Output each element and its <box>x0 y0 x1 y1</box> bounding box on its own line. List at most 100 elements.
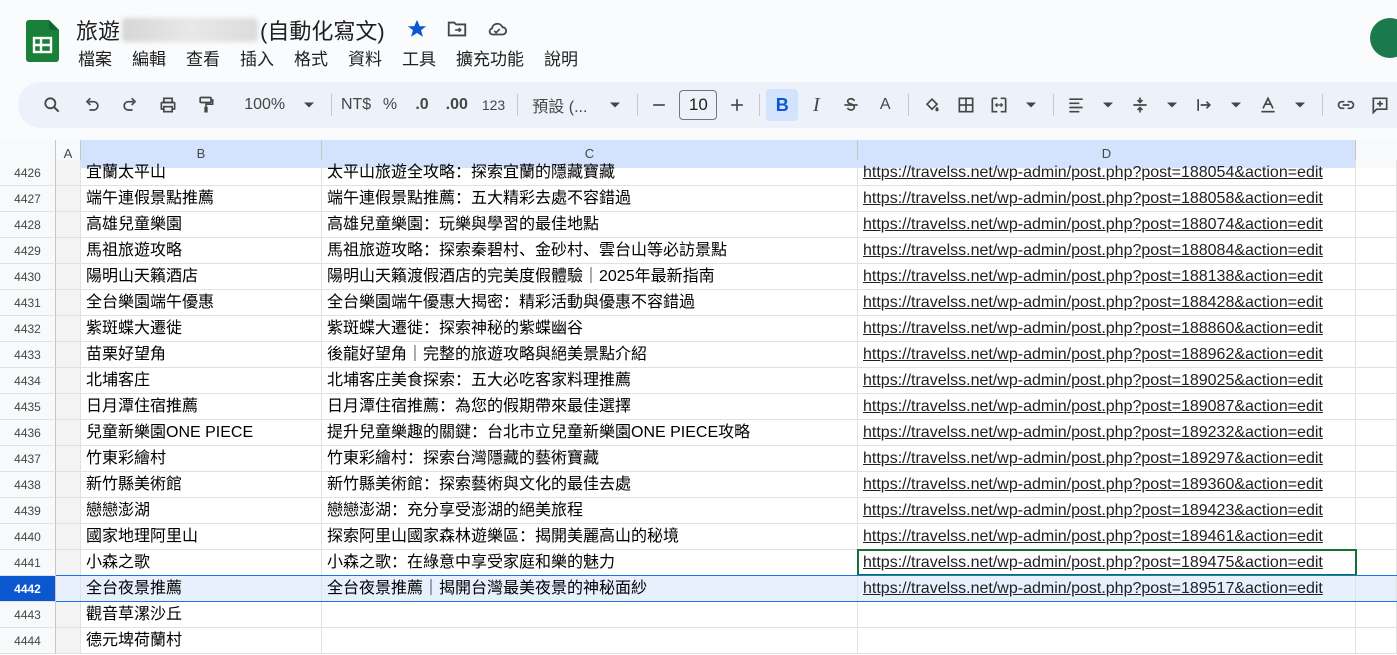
decrease-decimal-button[interactable]: .0 <box>406 89 438 121</box>
cell-e[interactable] <box>1356 628 1397 654</box>
cell-a[interactable] <box>56 238 81 264</box>
menu-data[interactable]: 資料 <box>338 48 392 72</box>
cell-b[interactable]: 全台樂園端午優惠 <box>81 290 322 316</box>
cell-b[interactable]: 高雄兒童樂園 <box>81 212 322 238</box>
cell-c[interactable]: 後龍好望角｜完整的旅遊攻略與絕美景點介紹 <box>322 342 858 368</box>
cell-b[interactable]: 兒童新樂園ONE PIECE <box>81 420 322 446</box>
star-icon[interactable] <box>404 16 430 42</box>
zoom-select[interactable]: 100% <box>236 89 293 121</box>
cell-a[interactable] <box>56 628 81 654</box>
menu-tools[interactable]: 工具 <box>392 48 446 72</box>
cell-d[interactable]: https://travelss.net/wp-admin/post.php?p… <box>858 394 1356 420</box>
increase-decimal-button[interactable]: .00 <box>438 89 476 121</box>
chevron-down-icon[interactable] <box>1220 89 1252 121</box>
horizontal-align-icon[interactable] <box>1060 89 1092 121</box>
cell-e[interactable] <box>1356 186 1397 212</box>
row-header[interactable]: 4429 <box>0 238 56 264</box>
row-header[interactable]: 4433 <box>0 342 56 368</box>
cell-c[interactable]: 陽明山天籟渡假酒店的完美度假體驗｜2025年最新指南 <box>322 264 858 290</box>
cell-d[interactable]: https://travelss.net/wp-admin/post.php?p… <box>858 472 1356 498</box>
borders-icon[interactable] <box>949 89 983 121</box>
cell-a[interactable] <box>56 290 81 316</box>
cell-e[interactable] <box>1356 160 1397 186</box>
cell-d[interactable] <box>858 628 1356 654</box>
cell-e[interactable] <box>1356 446 1397 472</box>
cell-b[interactable]: 馬祖旅遊攻略 <box>81 238 322 264</box>
cell-a[interactable] <box>56 160 81 186</box>
cell-a[interactable] <box>56 524 81 550</box>
cell-e[interactable] <box>1356 368 1397 394</box>
cell-a[interactable] <box>56 316 81 342</box>
cell-a[interactable] <box>56 602 81 628</box>
paint-format-icon[interactable] <box>190 89 222 121</box>
cell-d[interactable] <box>858 602 1356 628</box>
cell-d[interactable]: https://travelss.net/wp-admin/post.php?p… <box>858 524 1356 550</box>
row-header[interactable]: 4436 <box>0 420 56 446</box>
text-wrapping-icon[interactable] <box>1188 89 1220 121</box>
cell-e[interactable] <box>1356 264 1397 290</box>
sheets-logo-icon[interactable] <box>26 20 59 62</box>
cell-d[interactable]: https://travelss.net/wp-admin/post.php?p… <box>858 446 1356 472</box>
italic-button[interactable]: I <box>798 89 834 121</box>
row-header[interactable]: 4432 <box>0 316 56 342</box>
cell-c[interactable]: 探索阿里山國家森林遊樂區：揭開美麗高山的秘境 <box>322 524 858 550</box>
cell-c[interactable]: 紫斑蝶大遷徙：探索神秘的紫蝶幽谷 <box>322 316 858 342</box>
cell-d[interactable]: https://travelss.net/wp-admin/post.php?p… <box>858 264 1356 290</box>
cell-d[interactable]: https://travelss.net/wp-admin/post.php?p… <box>858 316 1356 342</box>
cell-d[interactable]: https://travelss.net/wp-admin/post.php?p… <box>858 238 1356 264</box>
font-select[interactable]: 預設 (... <box>524 89 598 121</box>
cell-c[interactable]: 戀戀澎湖：充分享受澎湖的絕美旅程 <box>322 498 858 524</box>
cell-e[interactable] <box>1356 420 1397 446</box>
cell-e[interactable] <box>1356 524 1397 550</box>
cell-c[interactable]: 北埔客庄美食探索：五大必吃客家料理推薦 <box>322 368 858 394</box>
cell-b[interactable]: 觀音草漯沙丘 <box>81 602 322 628</box>
row-header[interactable]: 4444 <box>0 628 56 654</box>
cell-b[interactable]: 苗栗好望角 <box>81 342 322 368</box>
cell-b[interactable]: 戀戀澎湖 <box>81 498 322 524</box>
chevron-down-icon[interactable] <box>293 89 325 121</box>
cell-d[interactable]: https://travelss.net/wp-admin/post.php?p… <box>858 420 1356 446</box>
cell-d[interactable]: https://travelss.net/wp-admin/post.php?p… <box>858 160 1356 186</box>
row-header[interactable]: 4427 <box>0 186 56 212</box>
cell-c[interactable]: 太平山旅遊全攻略：探索宜蘭的隱藏寶藏 <box>322 160 858 186</box>
menu-file[interactable]: 檔案 <box>68 48 122 72</box>
cell-b[interactable]: 竹東彩繪村 <box>81 446 322 472</box>
row-header[interactable]: 4426 <box>0 160 56 186</box>
cell-a[interactable] <box>56 212 81 238</box>
row-header[interactable]: 4435 <box>0 394 56 420</box>
strikethrough-icon[interactable] <box>834 89 868 121</box>
cell-a[interactable] <box>56 498 81 524</box>
account-avatar[interactable] <box>1370 18 1397 58</box>
cell-a[interactable] <box>56 342 81 368</box>
undo-icon[interactable] <box>76 89 108 121</box>
cell-a[interactable] <box>56 264 81 290</box>
menu-view[interactable]: 查看 <box>176 48 230 72</box>
cell-d[interactable]: https://travelss.net/wp-admin/post.php?p… <box>858 342 1356 368</box>
cloud-saved-icon[interactable] <box>484 16 510 42</box>
chevron-down-icon[interactable] <box>1284 89 1316 121</box>
row-header[interactable]: 4434 <box>0 368 56 394</box>
insert-comment-icon[interactable] <box>1363 89 1397 121</box>
cell-c[interactable]: 高雄兒童樂園：玩樂與學習的最佳地點 <box>322 212 858 238</box>
cell-b[interactable]: 德元埤荷蘭村 <box>81 628 322 654</box>
cell-b[interactable]: 端午連假景點推薦 <box>81 186 322 212</box>
cell-b[interactable]: 日月潭住宿推薦 <box>81 394 322 420</box>
cell-a[interactable] <box>56 394 81 420</box>
more-formats-button[interactable]: 123 <box>476 89 512 121</box>
cell-c[interactable]: 新竹縣美術館：探索藝術與文化的最佳去處 <box>322 472 858 498</box>
chevron-down-icon[interactable] <box>1092 89 1124 121</box>
cell-b[interactable]: 宜蘭太平山 <box>81 160 322 186</box>
merge-cells-icon[interactable] <box>983 89 1015 121</box>
row-header[interactable]: 4442 <box>0 576 56 602</box>
cell-b[interactable]: 新竹縣美術館 <box>81 472 322 498</box>
menu-insert[interactable]: 插入 <box>230 48 284 72</box>
row-header[interactable]: 4439 <box>0 498 56 524</box>
cell-c[interactable]: 馬祖旅遊攻略：探索秦碧村、金砂村、雲台山等必訪景點 <box>322 238 858 264</box>
cell-a[interactable] <box>56 446 81 472</box>
cell-b[interactable]: 陽明山天籟酒店 <box>81 264 322 290</box>
redo-icon[interactable] <box>114 89 146 121</box>
cell-e[interactable] <box>1356 238 1397 264</box>
decrease-font-size-icon[interactable] <box>643 89 675 121</box>
cell-a[interactable] <box>56 420 81 446</box>
currency-format-button[interactable]: NT$ <box>338 89 374 121</box>
